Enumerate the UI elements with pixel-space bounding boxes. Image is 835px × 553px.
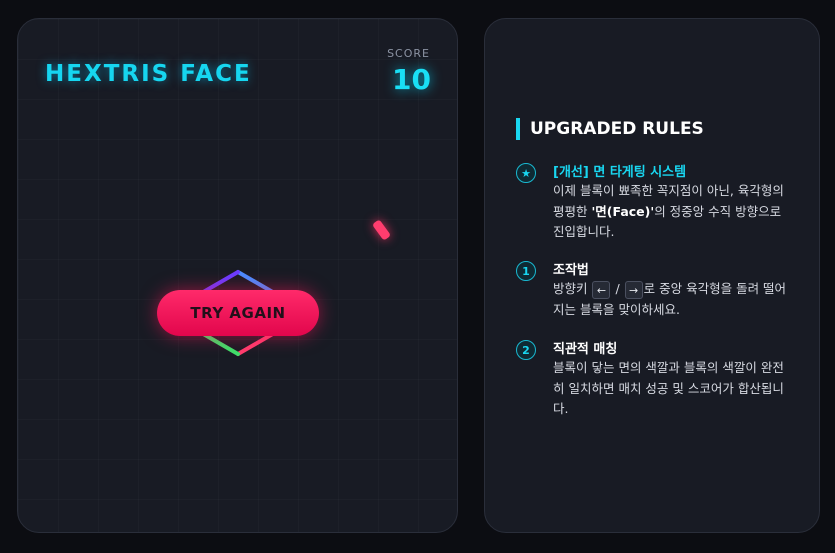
rule-title: 조작법 xyxy=(553,263,589,278)
hexagon-face xyxy=(200,331,240,356)
step-one-badge: 1 xyxy=(516,261,536,281)
try-again-button[interactable]: TRY AGAIN xyxy=(157,290,319,336)
right-arrow-key: → xyxy=(624,280,643,299)
rule-face-targeting: ★ [개선] 면 타게팅 시스템 이제 블록이 뾰족한 꼭지점이 아닌, 육각형… xyxy=(516,161,806,241)
rule-body: 방향키 ← / → 로 중앙 육각형을 돌려 떨어지는 블록을 맞이하세요. xyxy=(553,280,787,317)
rule-controls: 1 조작법 방향키 ← / → 로 중앙 육각형을 돌려 떨어지는 블록을 맞이하… xyxy=(516,259,806,319)
rule-matching: 2 직관적 매칭 블록이 닿는 면의 색깔과 블록의 색깔이 완전히 일치하면 … xyxy=(516,338,806,418)
left-arrow-key: ← xyxy=(592,280,611,299)
step-two-badge: 2 xyxy=(516,340,536,360)
game-panel: HEXTRIS FACE SCORE 10 TRY AGAIN xyxy=(17,18,458,533)
rule-title: 직관적 매칭 xyxy=(553,342,618,357)
hexagon-face xyxy=(236,331,276,356)
rule-body: 이제 블록이 뾰족한 꼭지점이 아닌, 육각형의 평평한 '면(Face)'의 … xyxy=(553,183,784,239)
face-keyword: '면(Face)' xyxy=(591,203,655,219)
rules-panel: UPGRADED RULES ★ [개선] 면 타게팅 시스템 이제 블록이 뾰… xyxy=(484,18,820,533)
rule-body: 블록이 닿는 면의 색깔과 블록의 색깔이 완전히 일치하면 매치 성공 및 스… xyxy=(553,360,784,416)
rules-heading: UPGRADED RULES xyxy=(516,118,704,140)
rule-title: [개선] 면 타게팅 시스템 xyxy=(553,165,687,180)
center-hexagon xyxy=(200,270,276,356)
star-icon: ★ xyxy=(516,163,536,183)
